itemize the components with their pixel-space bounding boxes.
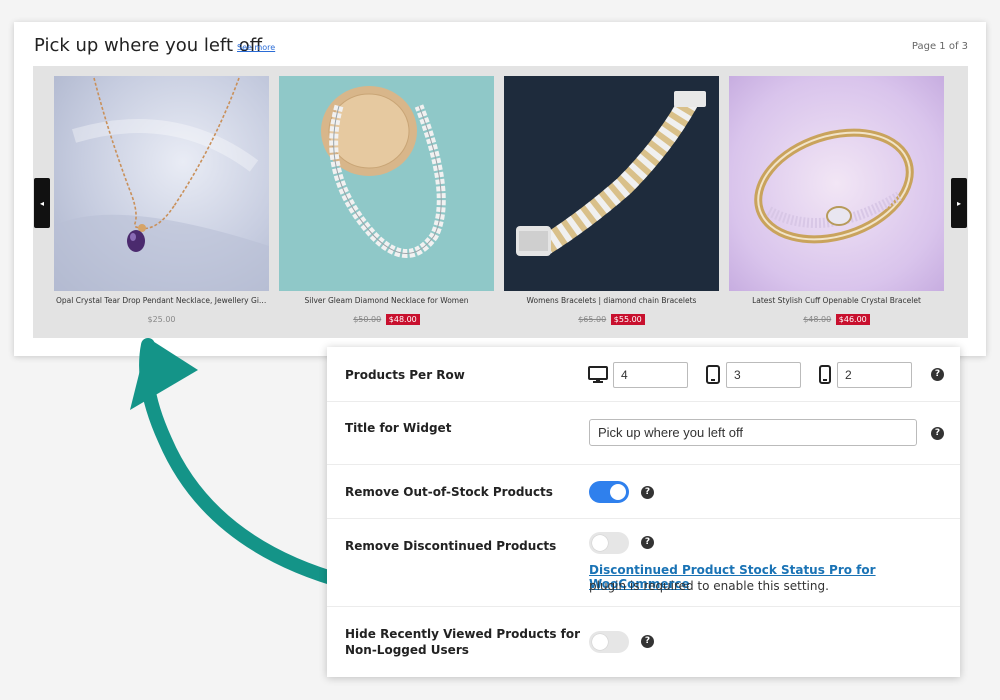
remove-discontinued-label: Remove Discontinued Products — [345, 539, 557, 553]
remove-out-of-stock-toggle[interactable] — [589, 481, 629, 503]
help-icon[interactable]: ? — [641, 536, 654, 549]
title-for-widget-label: Title for Widget — [345, 421, 452, 435]
widget-settings-panel: Products Per Row 4 3 2 ? Title for Widge… — [327, 347, 960, 677]
desktop-icon — [588, 366, 608, 383]
hide-for-guests-label-line2: Non-Logged Users — [345, 643, 469, 657]
remove-out-of-stock-setting: Remove Out-of-Stock Products ? — [327, 465, 960, 519]
toggle-knob — [610, 484, 626, 500]
tablet-columns-input[interactable]: 3 — [726, 362, 801, 388]
hide-for-guests-label-line1: Hide Recently Viewed Products for — [345, 627, 581, 641]
desktop-columns-input[interactable]: 4 — [613, 362, 688, 388]
plugin-required-note: plugin is required to enable this settin… — [589, 579, 829, 593]
tablet-icon — [706, 365, 720, 384]
remove-out-of-stock-label: Remove Out-of-Stock Products — [345, 485, 553, 499]
hide-for-guests-setting: Hide Recently Viewed Products for Non-Lo… — [327, 607, 960, 677]
hide-for-guests-toggle[interactable] — [589, 631, 629, 653]
help-icon[interactable]: ? — [931, 368, 944, 381]
toggle-knob — [592, 634, 608, 650]
products-per-row-label: Products Per Row — [345, 368, 465, 382]
help-icon[interactable]: ? — [641, 486, 654, 499]
help-icon[interactable]: ? — [931, 427, 944, 440]
mobile-icon — [819, 365, 831, 384]
hide-for-guests-label: Hide Recently Viewed Products for Non-Lo… — [345, 626, 580, 658]
help-icon[interactable]: ? — [641, 635, 654, 648]
products-per-row-setting: Products Per Row 4 3 2 ? — [327, 347, 960, 402]
toggle-knob — [592, 535, 608, 551]
widget-title-input[interactable]: Pick up where you left off — [589, 419, 917, 446]
mobile-columns-input[interactable]: 2 — [837, 362, 912, 388]
remove-discontinued-toggle[interactable] — [589, 532, 629, 554]
